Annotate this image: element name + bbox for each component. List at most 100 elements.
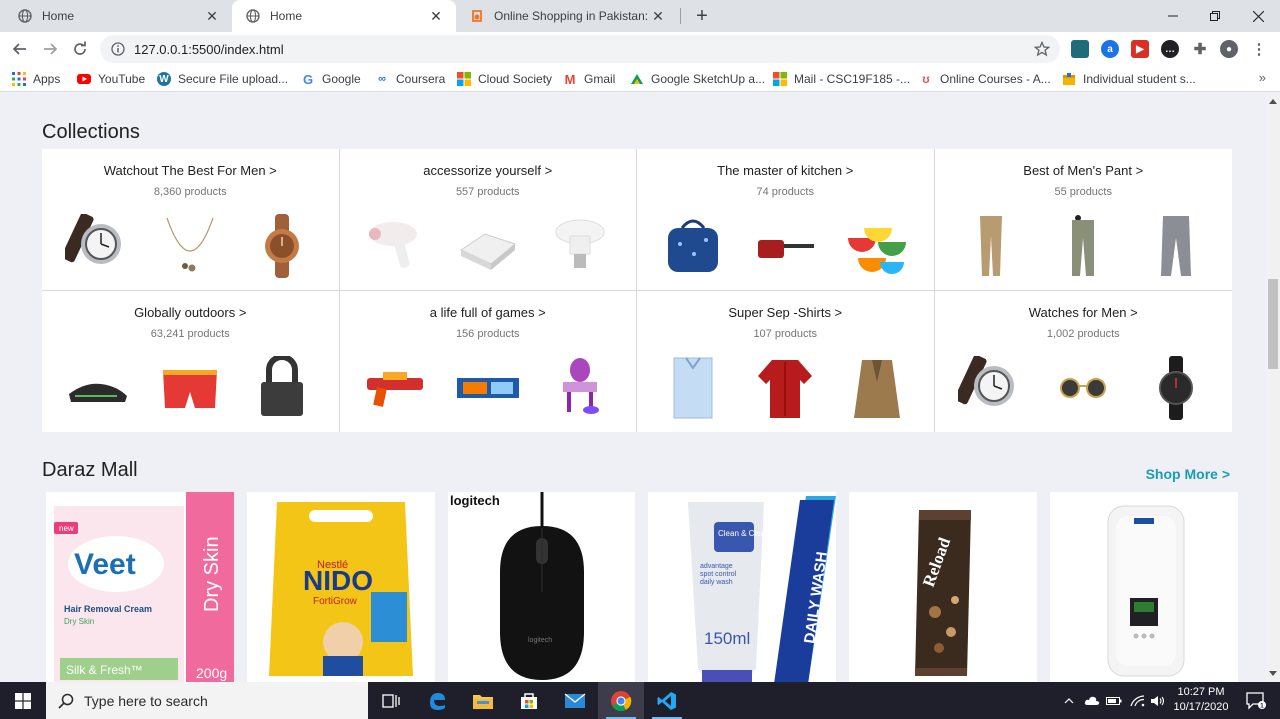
toy-gun-thumbnail[interactable]: [363, 356, 429, 420]
sandwich-maker-thumbnail[interactable]: [455, 214, 521, 278]
menu-kebab-icon[interactable]: ⋮: [1250, 40, 1268, 58]
swim-shorts-thumbnail[interactable]: [157, 356, 223, 420]
taskbar-clock[interactable]: 10:27 PM 10/17/2020: [1168, 685, 1234, 715]
collection-name[interactable]: a life full of games >: [340, 305, 637, 320]
collection-name[interactable]: The master of kitchen >: [637, 163, 934, 178]
collection-card[interactable]: The master of kitchen > 74 products: [637, 149, 935, 291]
vertical-scrollbar[interactable]: [1266, 93, 1280, 682]
chat-extension-icon[interactable]: …: [1161, 40, 1179, 58]
extension-icon-1[interactable]: [1071, 40, 1089, 58]
collection-name[interactable]: Watches for Men >: [935, 305, 1233, 320]
bookmark-star-icon[interactable]: [1034, 41, 1050, 57]
mall-card-reload[interactable]: Reload: [849, 492, 1038, 682]
red-shirt-thumbnail[interactable]: [752, 356, 818, 420]
mall-card-veet[interactable]: new Veet Hair Removal Cream Dry Skin Sil…: [46, 492, 234, 682]
action-center-button[interactable]: 1: [1238, 682, 1274, 719]
bookmark-cloud-society[interactable]: Cloud Society: [457, 70, 552, 88]
collection-card[interactable]: Globally outdoors > 63,241 products: [42, 290, 340, 432]
collection-card[interactable]: a life full of games > 156 products: [340, 290, 637, 432]
collection-name[interactable]: accessorize yourself >: [340, 163, 637, 178]
chrome-taskbar-button[interactable]: [598, 682, 644, 719]
collection-card[interactable]: Watches for Men > 1,002 products: [935, 291, 1233, 433]
battery-tray-icon[interactable]: [1104, 682, 1124, 719]
reload-button[interactable]: [68, 37, 92, 61]
collection-name[interactable]: Watchout The Best For Men >: [42, 163, 339, 178]
taskbar-search-box[interactable]: Type here to search: [46, 682, 368, 719]
collection-card[interactable]: Super Sep -Shirts > 107 products: [637, 290, 935, 432]
close-tab-icon[interactable]: ✕: [204, 8, 220, 24]
vscode-taskbar-button[interactable]: [644, 682, 690, 719]
collection-card[interactable]: accessorize yourself > 557 products: [339, 149, 637, 291]
shop-more-link[interactable]: Shop More >: [1146, 466, 1230, 482]
collection-card[interactable]: Watchout The Best For Men > 8,360 produc…: [42, 149, 340, 291]
extension-icon-3[interactable]: ▶: [1131, 40, 1149, 58]
watch-thumbnail[interactable]: [65, 213, 131, 278]
sunglasses-thumbnail[interactable]: [1050, 356, 1116, 420]
scroll-up-arrow[interactable]: [1269, 99, 1277, 104]
close-tab-icon[interactable]: ✕: [650, 8, 666, 24]
bookmark-youtube[interactable]: YouTube: [77, 70, 145, 88]
bookmark-secure-file-upload[interactable]: W Secure File upload...: [157, 70, 288, 88]
back-button[interactable]: [8, 37, 32, 61]
restore-button[interactable]: [1192, 0, 1238, 32]
minimize-button[interactable]: [1150, 0, 1196, 32]
bookmark-gmail[interactable]: M Gmail: [563, 70, 616, 88]
hair-dryer-thumbnail[interactable]: [363, 214, 429, 278]
collection-name[interactable]: Best of Men's Pant >: [935, 163, 1233, 178]
padlock-thumbnail[interactable]: [249, 356, 315, 420]
mall-card-white-device[interactable]: [1050, 492, 1238, 682]
bookmark-sketchup[interactable]: Google SketchUp a...: [630, 70, 765, 88]
close-tab-icon[interactable]: ✕: [428, 8, 444, 24]
bookmark-online-courses[interactable]: ʊ Online Courses - A...: [919, 70, 1050, 88]
store-taskbar-button[interactable]: [506, 682, 552, 719]
necklace-thumbnail[interactable]: [157, 214, 223, 278]
wooden-watch-thumbnail[interactable]: [249, 213, 315, 278]
scrollbar-thumb[interactable]: [1268, 279, 1278, 369]
info-icon[interactable]: [110, 41, 126, 57]
mall-card-clean-clear[interactable]: DAILY WASH Clean & Clear advantage spot …: [648, 492, 837, 682]
scroll-down-arrow[interactable]: [1269, 671, 1277, 676]
extension-icon-2[interactable]: a: [1101, 40, 1119, 58]
bookmark-individual-student[interactable]: Individual student s...: [1062, 70, 1196, 88]
wifi-tray-icon[interactable]: [1127, 682, 1147, 719]
file-explorer-taskbar-button[interactable]: [460, 682, 506, 719]
blue-shirt-thumbnail[interactable]: [660, 356, 726, 420]
lunch-bag-thumbnail[interactable]: [660, 214, 726, 278]
cargo-pant-thumbnail[interactable]: [1050, 214, 1116, 278]
new-tab-button[interactable]: +: [690, 4, 714, 28]
mall-card-nido[interactable]: Nestlé NIDO FortiGrow: [246, 492, 435, 682]
task-view-button[interactable]: [368, 682, 414, 719]
collection-card[interactable]: Best of Men's Pant > 55 products: [934, 149, 1233, 291]
collection-name[interactable]: Globally outdoors >: [42, 305, 339, 320]
start-button[interactable]: [0, 682, 46, 719]
shoe-thumbnail[interactable]: [65, 356, 131, 420]
watch-thumbnail[interactable]: [957, 356, 1024, 420]
grey-pant-thumbnail[interactable]: [1143, 214, 1209, 278]
bookmark-coursera[interactable]: ∞ Coursera: [375, 70, 445, 88]
profile-avatar-icon[interactable]: ●: [1220, 40, 1238, 58]
bookmark-mail[interactable]: Mail - CSC19F185 -...: [773, 70, 910, 88]
saucepan-thumbnail[interactable]: [752, 214, 818, 278]
onedrive-tray-icon[interactable]: [1082, 682, 1102, 719]
bookmark-google[interactable]: G Google: [301, 70, 361, 88]
khaki-pant-thumbnail[interactable]: [958, 214, 1024, 278]
tab-daraz[interactable]: Online Shopping in Pakistan: Fas ✕: [456, 0, 678, 32]
vanity-toy-thumbnail[interactable]: [547, 356, 613, 420]
bulb-thumbnail[interactable]: [547, 214, 613, 278]
collection-name[interactable]: Super Sep -Shirts >: [637, 305, 934, 320]
tab-home-1[interactable]: Home ✕: [4, 0, 232, 32]
coat-thumbnail[interactable]: [844, 356, 910, 420]
bookmark-apps[interactable]: Apps: [12, 70, 60, 88]
black-watch-thumbnail[interactable]: [1143, 356, 1209, 420]
address-bar[interactable]: 127.0.0.1:5500/index.html: [100, 35, 1060, 63]
close-window-button[interactable]: [1235, 0, 1280, 32]
mall-card-logitech[interactable]: logitech logitech: [447, 492, 636, 682]
volume-tray-icon[interactable]: [1148, 682, 1168, 719]
show-hidden-icons-button[interactable]: [1060, 682, 1078, 719]
tab-home-2[interactable]: Home ✕: [232, 0, 456, 32]
toy-box-thumbnail[interactable]: [455, 356, 521, 420]
mail-taskbar-button[interactable]: [552, 682, 598, 719]
bookmarks-overflow-button[interactable]: »: [1259, 70, 1266, 85]
bowls-thumbnail[interactable]: [844, 214, 910, 278]
edge-taskbar-button[interactable]: [414, 682, 460, 719]
